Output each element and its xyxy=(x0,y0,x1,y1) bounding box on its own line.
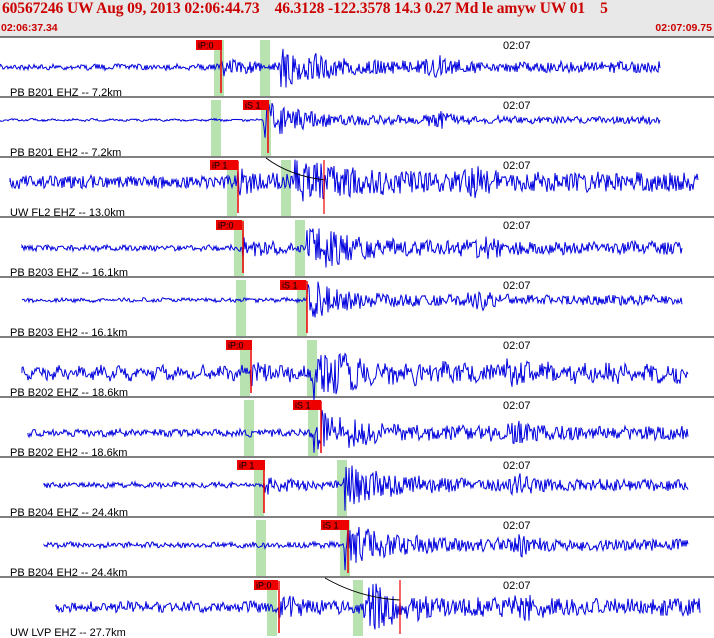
pick-label: iS 1 xyxy=(295,401,311,411)
pick-label: iP:0 xyxy=(218,221,234,231)
trace-label: PB B203 EHZ -- 16.1km xyxy=(10,267,128,279)
waveform-trace xyxy=(0,100,661,138)
trace-label: PB B204 EH2 -- 24.4km xyxy=(10,567,127,579)
time-mark-label: 02:07 xyxy=(503,220,531,232)
pick-label: iS 1 xyxy=(245,101,261,111)
analysis-window-p xyxy=(236,280,246,336)
time-mark-label: 02:07 xyxy=(503,100,531,112)
pick-label: iP:0 xyxy=(198,41,214,51)
waveform-trace xyxy=(21,281,683,318)
trace-label: UW FL2 EHZ -- 13.0km xyxy=(10,207,125,219)
trace-label: PB B201 EH2 -- 7.2km xyxy=(10,147,121,159)
trace-label: UW LVP EHZ -- 27.7km xyxy=(10,627,126,638)
time-mark-label: 02:07 xyxy=(503,340,531,352)
waveform-trace xyxy=(55,583,701,630)
waveform-trace xyxy=(43,465,689,511)
waveform-trace xyxy=(43,524,689,571)
seismogram-panel: iP:0 iS 1 iP 1 iP:0 iS 1 iP:0 iS 1 iP 1 iS 1 iP:0… xyxy=(0,36,714,638)
analysis-window-s xyxy=(307,340,317,396)
trace-label: PB B203 EH2 -- 16.1km xyxy=(10,327,127,339)
waveform-trace xyxy=(0,48,661,88)
trace-label: PB B202 EHZ -- 18.6km xyxy=(10,387,128,399)
pick-label: iP 1 xyxy=(239,461,254,471)
analysis-window-p xyxy=(244,400,254,456)
trace-label: PB B202 EH2 -- 18.6km xyxy=(10,447,127,459)
pick-label: iP 1 xyxy=(212,161,227,171)
waveform-trace xyxy=(9,159,699,202)
time-mark-label: 02:07 xyxy=(503,460,531,472)
pick-label: iS 1 xyxy=(282,281,298,291)
pick-label: iS 1 xyxy=(323,521,339,531)
trace-label: PB B204 EHZ -- 24.4km xyxy=(10,507,128,519)
pick-label: iP:0 xyxy=(228,341,244,351)
time-mark-label: 02:07 xyxy=(503,400,531,412)
time-mark-label: 02:07 xyxy=(503,280,531,292)
waveform-trace xyxy=(21,227,683,268)
trace-label: PB B201 EHZ -- 7.2km xyxy=(10,87,122,99)
time-mark-label: 02:07 xyxy=(503,40,531,52)
time-mark-label: 02:07 xyxy=(503,580,531,592)
pick-label: iP:0 xyxy=(256,581,272,591)
time-mark-label: 02:07 xyxy=(503,520,531,532)
analysis-window-p xyxy=(211,100,221,156)
time-mark-label: 02:07 xyxy=(503,160,531,172)
